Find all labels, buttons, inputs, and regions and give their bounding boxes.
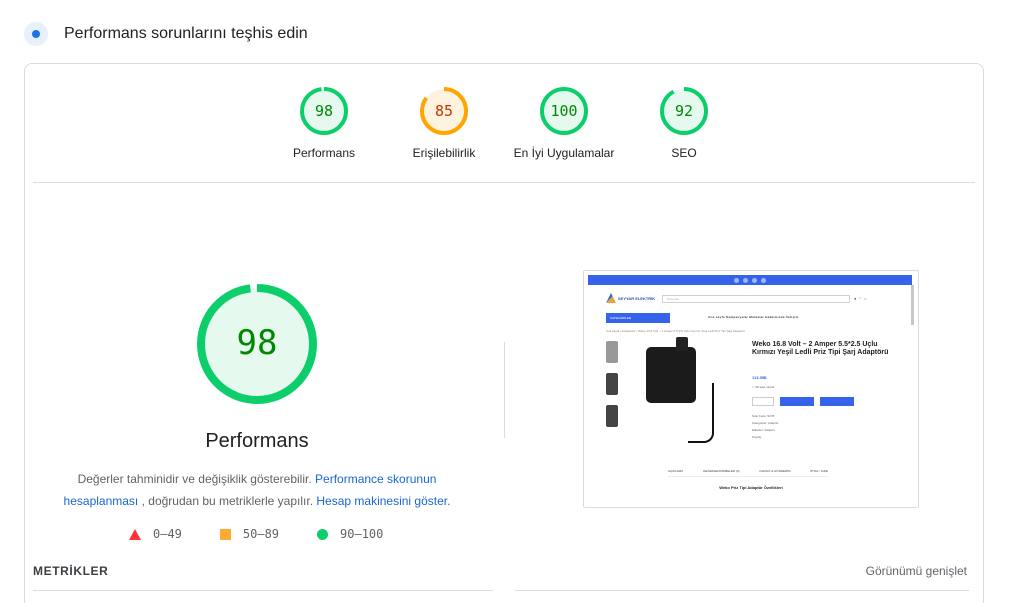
gauge-performance[interactable]: 98 Performans [259,86,389,160]
main-performance-gauge: 98 [197,284,317,404]
gauge-seo[interactable]: 92 SEO [619,86,749,160]
shot-brand: SEYYAR ELEKTRİK [618,295,656,301]
shot-nav: Ana sayfa Kampanyalar Markalar Hakkımızd… [708,315,799,319]
shot-thumbnails [606,341,620,437]
expand-view-toggle[interactable]: Görünümü genişlet [866,564,967,578]
legend-pass-label: 90–100 [340,527,384,541]
show-calculator-link[interactable]: Hesap makinesini göster. [316,494,450,508]
gauge-accessibility-score: 85 [435,102,453,120]
gauge-best-practices[interactable]: 100 En İyi Uygulamalar [499,86,629,160]
red-triangle-icon [129,528,141,540]
shot-header-icons: ●♡○ [854,296,869,301]
shot-stock: ✓ 99 adet stokta [752,385,775,389]
metrics-title: METRİKLER [33,564,109,578]
shot-scrollbar [911,285,914,325]
shot-tab-4: İPTAL / İADE [810,469,828,473]
section-header: Performans sorunlarını teşhis edin [24,22,308,46]
legend-pass: 90–100 [317,527,383,541]
shot-tabs: AÇIKLAMA DEĞERLENDİRMELER (0) KARGO & GÖ… [668,469,828,477]
legend-average-label: 50–89 [242,527,280,541]
gauge-best-practices-label: En İyi Uygulamalar [513,146,615,160]
shot-price: 113.55₺ [752,375,767,380]
shot-breadcrumb: Ana sayfa / Adaptörler / Weko 16.8 Volt … [606,329,745,333]
gauge-best-practices-ring: 100 [540,87,588,135]
vertical-separator [504,342,505,438]
score-description: Değerler tahminidir ve değişiklik göster… [57,468,457,512]
green-circle-icon [317,528,329,540]
gauge-seo-score: 92 [675,102,693,120]
section-title: Performans sorunlarını teşhis edin [64,25,308,42]
gauges-divider [33,182,975,183]
gauge-performance-ring: 98 [300,87,348,135]
shot-buttons [752,397,854,406]
gauge-accessibility-ring: 85 [420,87,468,135]
shot-logo: SEYYAR ELEKTRİK [606,293,655,303]
gauge-best-practices-score: 100 [550,102,577,120]
shot-meta: Stok Kodu: 5278 Kategoriler: Adaptör Eti… [752,414,779,439]
shot-product-cable [688,383,714,443]
shot-category-bar: KATEGORİLER [606,313,670,323]
legend-average: 50–89 [219,527,280,541]
desc-text-2: , doğrudan bu metriklerle yapılır. [141,494,314,508]
shot-tab-2: DEĞERLENDİRMELER (0) [703,469,740,473]
final-screenshot[interactable]: SEYYAR ELEKTRİK Ürün ara ●♡○ KATEGORİLER… [583,270,919,508]
gauge-seo-label: SEO [671,146,697,160]
metrics-divider-right [515,590,969,591]
shot-product-title: Weko 16.8 Volt – 2 Amper 5.5*2.5 Uçlu Kı… [752,341,889,356]
shot-topbar [588,275,912,285]
main-performance-label: Performans [205,430,309,452]
shot-tab-3: KARGO & GÖNDERİM [759,469,791,473]
main-performance-score: 98 [237,323,278,363]
metrics-divider-left [33,590,493,591]
legend-fail: 0–49 [129,527,182,541]
desc-text-1: Değerler tahminidir ve değişiklik göster… [77,472,312,486]
gauge-accessibility[interactable]: 85 Erişilebilirlik [379,86,509,160]
performance-diagnose-icon [24,22,48,46]
category-gauges: 98 Performans 85 Erişilebilirlik 100 En … [25,64,983,182]
shot-search: Ürün ara [662,295,850,303]
legend-fail-label: 0–49 [153,527,182,541]
gauge-performance-label: Performans [292,146,356,160]
shot-subheading: Weko Priz Tipi Adaptör Özellikleri [719,485,783,490]
shot-tab-1: AÇIKLAMA [668,469,684,473]
gauge-performance-score: 98 [315,102,333,120]
score-legend: 0–49 50–89 90–100 [129,527,421,541]
gauge-seo-ring: 92 [660,87,708,135]
gauge-accessibility-label: Erişilebilirlik [412,146,476,160]
report-card: 98 Performans 85 Erişilebilirlik 100 En … [24,63,984,603]
orange-square-icon [219,528,231,540]
